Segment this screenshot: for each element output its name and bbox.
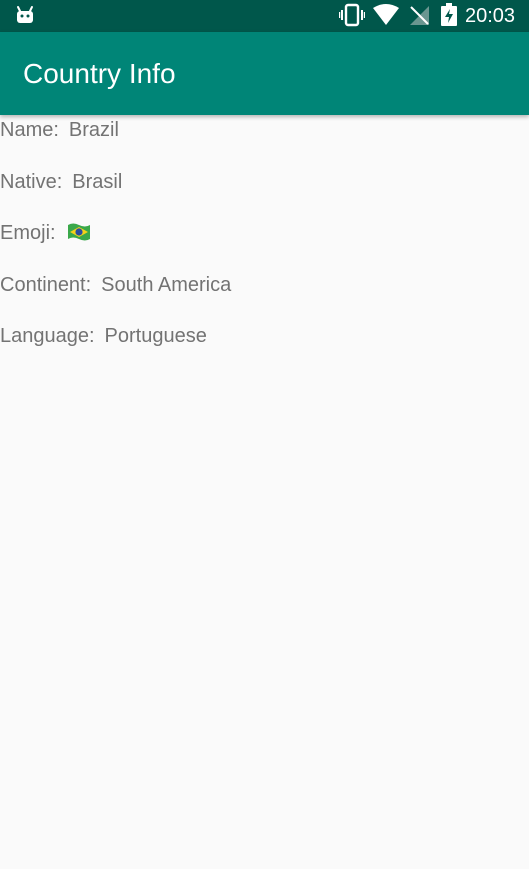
language-value: Portuguese [104,325,207,347]
continent-label: Continent: [0,274,92,296]
vibrate-icon [339,3,365,27]
native-value: Brasil [72,171,123,193]
native-row: Native: Brasil [0,168,122,196]
continent-row: Continent: South America [0,271,231,299]
language-label: Language: [0,325,95,347]
page-title: Country Info [23,58,176,89]
status-clock: 20:03 [465,5,516,27]
app-bar: Country Info [0,32,529,115]
native-label: Native: [0,171,63,193]
no-signal-icon [410,6,429,25]
status-bar: 20:03 [0,0,529,32]
name-row: Name: Brazil [0,116,119,144]
brazil-flag-icon [67,223,90,241]
battery-charging-icon [441,3,457,26]
emoji-label: Emoji: [0,222,56,244]
wifi-icon [373,4,399,25]
name-label: Name: [0,119,59,141]
name-value: Brazil [68,119,119,141]
android-icon [17,6,33,23]
emoji-row: Emoji: [0,219,92,247]
continent-value: South America [101,274,232,296]
language-row: Language: Portuguese [0,322,207,350]
